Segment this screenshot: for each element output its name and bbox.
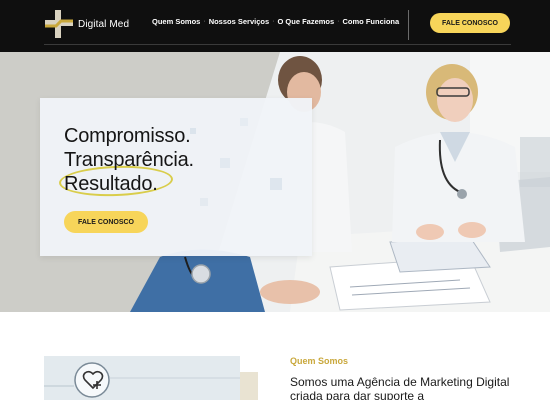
main-nav: Quem Somos · Nossos Serviços · O Que Faz… xyxy=(152,17,399,26)
header-divider xyxy=(408,10,409,40)
about-text: Somos uma Agência de Marketing Digital c… xyxy=(290,375,510,400)
headline-line-3: Resultado. xyxy=(64,173,158,195)
hero-card: Compromisso. Transparência. Resultado. F… xyxy=(40,98,312,256)
contact-button[interactable]: FALE CONOSCO xyxy=(430,13,510,33)
nav-como-funciona[interactable]: Como Funciona xyxy=(343,17,400,26)
nav-quem-somos[interactable]: Quem Somos xyxy=(152,17,200,26)
brand-name: Digital Med xyxy=(78,18,130,30)
nav-separator: · xyxy=(203,18,206,25)
about-image xyxy=(44,356,240,400)
hero-headline: Compromisso. Transparência. Resultado. xyxy=(64,124,194,196)
nav-o-que-fazemos[interactable]: O Que Fazemos xyxy=(277,17,334,26)
logo[interactable]: Digital Med xyxy=(44,9,129,39)
about-label: Quem Somos xyxy=(290,356,349,366)
headline-line-2: Transparência. xyxy=(64,149,194,171)
hero-contact-button[interactable]: FALE CONOSCO xyxy=(64,211,148,233)
heart-plus-icon xyxy=(82,370,104,390)
site-header: Digital Med Quem Somos · Nossos Serviços… xyxy=(0,0,550,52)
about-image-accent xyxy=(240,372,258,400)
header-underline xyxy=(44,44,511,45)
nav-separator: · xyxy=(272,18,275,25)
cross-logo-icon xyxy=(44,9,74,39)
hero-section: Compromisso. Transparência. Resultado. F… xyxy=(0,52,550,312)
about-image-graphic xyxy=(44,356,240,400)
nav-nossos-servicos[interactable]: Nossos Serviços xyxy=(209,17,269,26)
nav-separator: · xyxy=(337,18,340,25)
headline-line-1: Compromisso. xyxy=(64,125,191,147)
